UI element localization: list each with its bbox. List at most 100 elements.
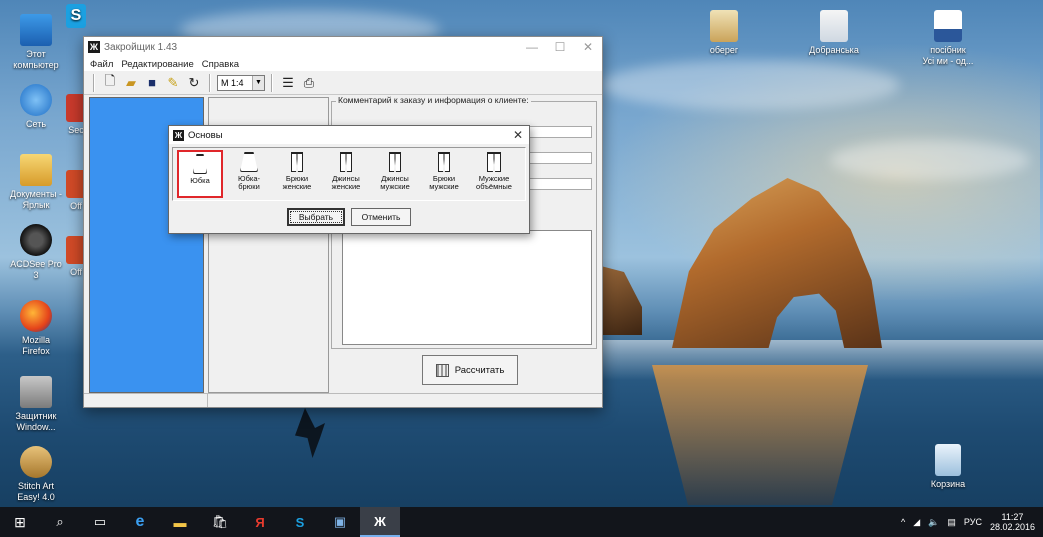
scale-select[interactable]: M 1:4 ▼ (217, 74, 265, 91)
desktop-icon-recycle-bin[interactable]: Корзина (916, 444, 980, 490)
desktop-icon-this-pc[interactable]: Этот компьютер (4, 14, 68, 71)
comment-textarea[interactable] (342, 230, 592, 345)
base-skirt[interactable]: Юбка (177, 150, 223, 198)
base-men-trousers[interactable]: Брюки мужские (421, 150, 467, 198)
print-icon[interactable]: ⎙ (300, 74, 318, 92)
dialog-title: Основы (188, 129, 223, 141)
menu-file[interactable]: Файл (90, 59, 113, 70)
menu-help[interactable]: Справка (202, 59, 239, 70)
app-titlebar[interactable]: Ж Закройщик 1.43 — ☐ ✕ (84, 37, 602, 57)
skype-icon[interactable]: S (280, 507, 320, 537)
cancel-button[interactable]: Отменить (351, 208, 411, 226)
document-icon (820, 10, 848, 42)
app-logo-icon: Ж (88, 41, 100, 53)
new-file-icon[interactable]: 🗋 (101, 73, 119, 92)
system-tray: ^ ◢ 🔈 ▤ РУС 11:27 28.02.2016 (901, 507, 1043, 537)
pen-icon[interactable]: ✎ (164, 74, 182, 92)
wallpaper-cloud (600, 60, 900, 110)
firefox-icon (20, 300, 52, 332)
notification-icon[interactable]: ▤ (947, 517, 956, 528)
desktop-icon-firefox[interactable]: Mozilla Firefox (4, 300, 68, 357)
file-explorer-icon[interactable]: ▬ (160, 507, 200, 537)
calculate-button[interactable]: Рассчитать (422, 355, 518, 385)
menu-edit[interactable]: Редактирование (121, 59, 193, 70)
image-file-icon (710, 10, 738, 42)
trousers-icon (438, 152, 450, 172)
desktop-icon-documents-shortcut[interactable]: Документы - Ярлык (4, 154, 68, 211)
trousers-icon (291, 152, 303, 172)
minimize-icon[interactable]: — (518, 40, 546, 54)
toolbar-separator (209, 73, 211, 92)
comment-legend: Комментарий к заказу и информация о клие… (336, 95, 531, 105)
toolbar: 🗋 ▰ ■ ✎ ↻ M 1:4 ▼ ☰ ⎙ (84, 71, 602, 95)
clock[interactable]: 11:27 28.02.2016 (990, 512, 1035, 532)
close-icon[interactable]: ✕ (574, 40, 602, 54)
clock-date: 28.02.2016 (989, 522, 1035, 532)
menu-bar: Файл Редактирование Справка (84, 57, 602, 71)
maximize-icon[interactable]: ☐ (546, 40, 574, 54)
calculate-label: Рассчитать (454, 364, 505, 376)
edge-browser-icon[interactable]: e (120, 507, 160, 537)
toolbar-separator (271, 73, 273, 92)
status-panel (84, 394, 208, 407)
base-women-trousers[interactable]: Брюки женские (274, 150, 320, 198)
app-logo-icon: Ж (173, 129, 184, 141)
wallpaper-diver (295, 408, 325, 458)
loose-trousers-icon (487, 152, 501, 172)
close-icon[interactable]: ✕ (507, 128, 529, 142)
save-icon[interactable]: ■ (143, 74, 161, 92)
desktop-icon-posibnyk[interactable]: посібник Усі ми - од... (916, 10, 980, 67)
desktop-icon-obereg[interactable]: оберег (692, 10, 756, 56)
bases-dialog: Ж Основы ✕ Юбка Юбка- брюки Брюки женски… (168, 125, 530, 234)
desktop-icon-acdsee[interactable]: ACDSee Pro 3 (4, 224, 68, 281)
zakroyshchik-taskbar-icon[interactable]: Ж (360, 507, 400, 537)
open-folder-icon[interactable]: ▰ (122, 74, 140, 92)
select-button[interactable]: Выбрать (287, 208, 345, 226)
culottes-icon (240, 152, 258, 172)
language-indicator[interactable]: РУС (964, 517, 982, 527)
shield-icon (20, 376, 52, 408)
camera-lens-icon (20, 224, 52, 256)
network-icon (20, 84, 52, 116)
dialog-titlebar[interactable]: Ж Основы ✕ (169, 126, 529, 144)
windows-start-icon[interactable]: ⊞ (0, 507, 40, 537)
folder-icon (20, 154, 52, 186)
chevron-down-icon: ▼ (252, 75, 264, 90)
task-view-icon[interactable]: ▭ (80, 507, 120, 537)
jeans-icon (340, 152, 352, 172)
desktop-icon-network[interactable]: Сеть (4, 84, 68, 130)
layers-icon[interactable]: ☰ (279, 74, 297, 92)
base-culottes[interactable]: Юбка- брюки (226, 150, 272, 198)
word-document-icon (934, 10, 962, 42)
search-icon[interactable]: ⌕ (40, 507, 80, 537)
desktop-icon-windows-defender[interactable]: Защитник Window... (4, 376, 68, 433)
toolbar-grip (93, 73, 95, 92)
computer-icon (20, 14, 52, 46)
store-icon[interactable]: 🛍 (200, 507, 240, 537)
status-bar (84, 393, 602, 407)
bases-list: Юбка Юбка- брюки Брюки женские Джинсы же… (172, 147, 526, 201)
calculator-icon (435, 363, 449, 377)
thread-spool-icon (20, 446, 52, 478)
wallpaper-cloud (830, 140, 1030, 180)
clock-time: 11:27 (1001, 512, 1024, 522)
base-women-jeans[interactable]: Джинсы женские (323, 150, 369, 198)
network-icon[interactable]: ◢ (913, 517, 920, 528)
refresh-icon[interactable]: ↻ (185, 74, 203, 92)
recycle-bin-icon (935, 444, 961, 476)
desktop-icon-skype[interactable]: S (66, 4, 86, 31)
chevron-up-icon[interactable]: ^ (901, 517, 905, 527)
base-men-loose[interactable]: Мужские объёмные (471, 150, 517, 198)
jeans-icon (389, 152, 401, 172)
yandex-browser-icon[interactable]: Я (240, 507, 280, 537)
base-men-jeans[interactable]: Джинсы мужские (372, 150, 418, 198)
volume-icon[interactable]: 🔈 (928, 517, 939, 528)
desktop-icon-dobranska[interactable]: Добранська (802, 10, 866, 56)
status-panel (208, 394, 602, 407)
wallpaper-reflection (652, 365, 868, 505)
desktop-icon-stitch-art[interactable]: Stitch Art Easy! 4.0 (4, 446, 68, 503)
skype-icon: S (66, 4, 86, 28)
scale-value: M 1:4 (221, 77, 244, 88)
photo-viewer-icon[interactable]: ▣ (320, 507, 360, 537)
app-title: Закройщик 1.43 (104, 41, 178, 53)
